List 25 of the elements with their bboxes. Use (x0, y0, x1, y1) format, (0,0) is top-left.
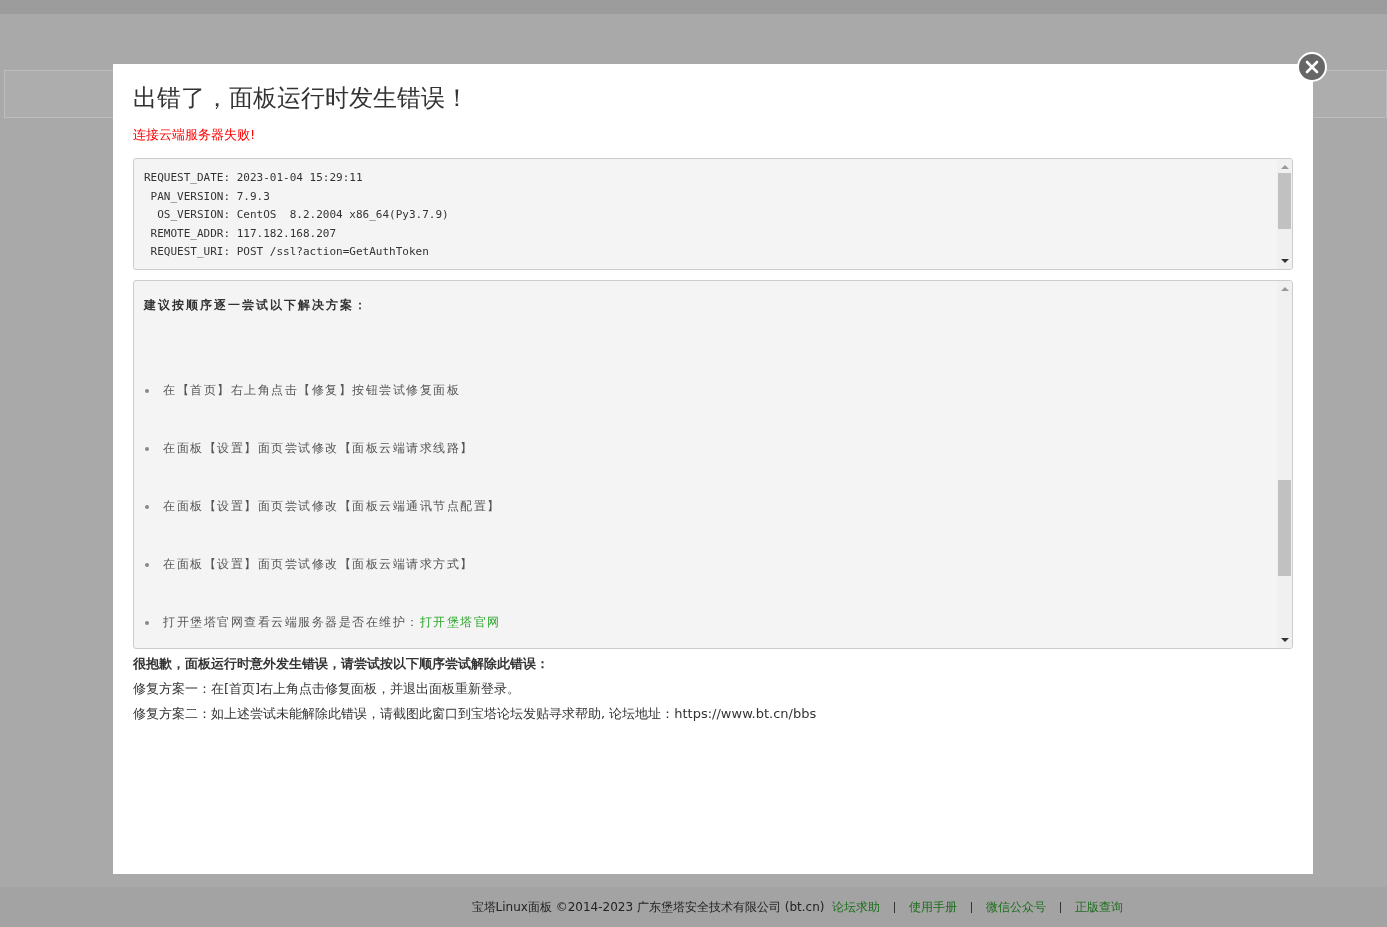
fix-text: 修复方案一：在[首页]右上角点击修复面板，并退出面板重新登录。 (133, 680, 522, 698)
error-message: 连接云端服务器失败! (133, 126, 257, 144)
suggestion-text: 在面板【设置】面页尝试修改【面板云端请求线路】 (163, 440, 474, 457)
suggestion-text: 在【首页】右上角点击【修复】按钮尝试修复面板 (163, 382, 460, 399)
suggestion-text: 在面板【设置】面页尝试修改【面板云端请求方式】 (163, 556, 474, 573)
detail-line: OS_VERSION: CentOS 8.2.2004 x86_64(Py3.7.9) (156, 207, 450, 223)
footer-link[interactable]: 论坛求助 (832, 898, 881, 916)
footer-link[interactable]: 微信公众号 (986, 898, 1047, 916)
footer-link[interactable]: 使用手册 (909, 898, 958, 916)
apology-text: 很抱歉，面板运行时意外发生错误，请尝试按以下顺序尝试解除此错误： (133, 655, 550, 673)
suggestion-text: 在面板【设置】面页尝试修改【面板云端通讯节点配置】 (163, 498, 501, 515)
copyright-text: 宝塔Linux面板 ©2014-2023 广东堡塔安全技术有限公司 (bt.cn) (471, 898, 825, 916)
detail-line: PAN_VERSION: 7.9.3 (149, 188, 271, 205)
footer-link[interactable]: 正版查询 (1075, 898, 1124, 916)
scrollbar[interactable] (1277, 281, 1292, 648)
detail-line: REQUEST_URI: POST /ssl?action=GetAuthToken (149, 244, 430, 260)
detail-line: REMOTE_ADDR: 117.182.168.207 (149, 225, 338, 242)
suggestion-text: 打开堡塔官网查看云端服务器是否在维护：打开堡塔官网 (163, 614, 501, 631)
official-site-link[interactable]: 打开堡塔官网 (419, 615, 501, 629)
scrollbar[interactable] (1277, 159, 1292, 269)
dialog-title: 出错了，面板运行时发生错误！ (133, 83, 470, 114)
detail-line: REQUEST_DATE: 2023-01-04 15:29:11 (144, 170, 364, 186)
fix-text: 修复方案二：如上述尝试未能解除此错误，请截图此窗口到宝塔论坛发贴寻求帮助, 论坛地址：https://www.bt.cn/bbs (133, 705, 818, 723)
suggestions-heading: 建议按顺序逐一尝试以下解决方案： (144, 297, 369, 314)
close-icon[interactable] (1297, 52, 1327, 82)
